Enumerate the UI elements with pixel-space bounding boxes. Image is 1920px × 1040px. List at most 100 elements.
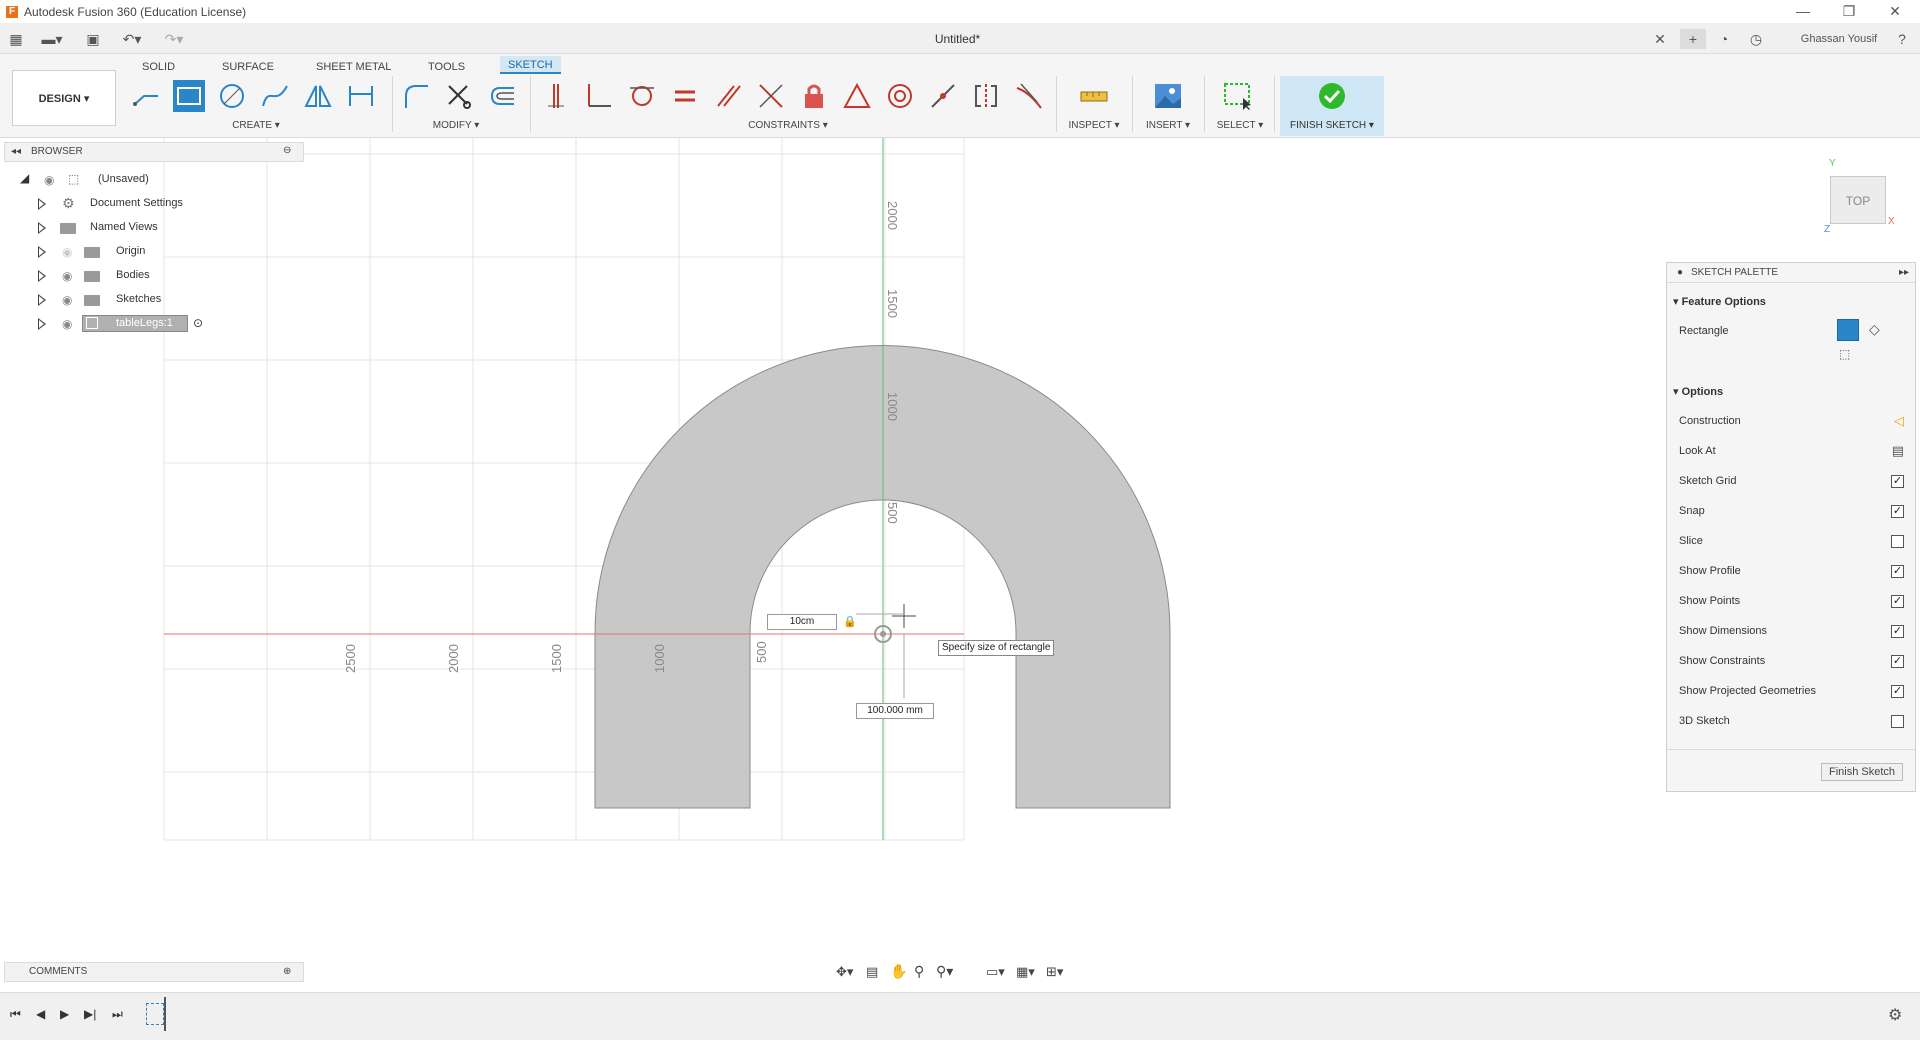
insert-tool[interactable] bbox=[1152, 80, 1184, 112]
tab-surface[interactable]: SURFACE bbox=[222, 58, 274, 76]
expand-icon[interactable] bbox=[38, 270, 46, 282]
show-constraints-checkbox[interactable]: ✓ bbox=[1891, 655, 1904, 668]
close-tab-icon[interactable]: ✕ bbox=[1652, 29, 1668, 49]
timeline-settings-icon[interactable]: ⚙ bbox=[1888, 1005, 1902, 1025]
sketch-dimension-tool[interactable] bbox=[345, 80, 377, 112]
collinear-tool[interactable] bbox=[755, 80, 787, 112]
orbit-icon[interactable]: ✥▾ bbox=[836, 964, 853, 980]
visibility-eye-icon[interactable]: ◉ bbox=[62, 317, 72, 331]
step-back-icon[interactable]: ◀ bbox=[36, 1007, 45, 1021]
document-tab[interactable]: Untitled* bbox=[30, 24, 1670, 54]
minimize-icon[interactable]: — bbox=[1780, 0, 1826, 24]
timeline-marker[interactable] bbox=[164, 997, 166, 1031]
show-projected-geometries-checkbox[interactable]: ✓ bbox=[1891, 685, 1904, 698]
midpoint-tool[interactable] bbox=[841, 80, 873, 112]
browser-item-named-views[interactable]: Named Views bbox=[0, 218, 300, 238]
insert-menu[interactable]: INSERT ▾ bbox=[1140, 120, 1196, 131]
constraints-menu[interactable]: CONSTRAINTS ▾ bbox=[748, 120, 828, 131]
parallel-tool[interactable] bbox=[712, 80, 744, 112]
midpoint-line-tool[interactable] bbox=[927, 80, 959, 112]
expand-icon[interactable] bbox=[38, 294, 46, 306]
visibility-eye-icon[interactable]: ◉ bbox=[62, 269, 72, 283]
timeline-sketch-icon[interactable] bbox=[146, 1003, 164, 1025]
symmetry-tool[interactable] bbox=[970, 80, 1002, 112]
3d-sketch-checkbox[interactable] bbox=[1891, 715, 1904, 728]
help-icon[interactable]: ? bbox=[1892, 29, 1912, 49]
app-grid-icon[interactable]: ▦ bbox=[8, 29, 24, 49]
tab-tools[interactable]: TOOLS bbox=[428, 58, 465, 76]
spline-tool[interactable] bbox=[259, 80, 291, 112]
lock-dimension-icon[interactable]: 🔒 bbox=[843, 616, 857, 628]
concentric-tool[interactable] bbox=[884, 80, 916, 112]
new-tab-icon[interactable]: + bbox=[1680, 29, 1706, 49]
browser-item-bodies[interactable]: ◉ Bodies bbox=[0, 266, 300, 286]
mirror-tool[interactable] bbox=[302, 80, 334, 112]
select-menu[interactable]: SELECT ▾ bbox=[1212, 120, 1268, 131]
browser-item-component[interactable]: ◉ tableLegs:1 ⊙ bbox=[0, 314, 300, 334]
palette-pin-icon[interactable]: ● bbox=[1677, 263, 1683, 283]
show-profile-checkbox[interactable]: ✓ bbox=[1891, 565, 1904, 578]
browser-root[interactable]: ◢ ◉ ⬚ (Unsaved) bbox=[0, 170, 300, 190]
offset-tool[interactable] bbox=[486, 80, 518, 112]
fillet-tool[interactable] bbox=[400, 80, 432, 112]
close-window-icon[interactable]: ✕ bbox=[1872, 0, 1918, 24]
show-points-checkbox[interactable]: ✓ bbox=[1891, 595, 1904, 608]
collapse-panel-icon[interactable]: ◂◂ bbox=[11, 146, 21, 157]
palette-finish-sketch-button[interactable]: Finish Sketch bbox=[1821, 763, 1903, 781]
equal-tool[interactable] bbox=[669, 80, 701, 112]
activate-component-icon[interactable]: ⊙ bbox=[193, 316, 203, 330]
expand-icon[interactable] bbox=[38, 318, 46, 330]
three-point-rectangle-icon[interactable]: ◇ bbox=[1869, 321, 1880, 338]
dimension-input-height[interactable]: 100.000 mm bbox=[856, 703, 934, 719]
modify-menu[interactable]: MODIFY ▾ bbox=[426, 120, 486, 131]
dimension-input-width[interactable]: 10cm bbox=[767, 614, 837, 630]
browser-item-origin[interactable]: ◉ Origin bbox=[0, 242, 300, 262]
expand-icon[interactable] bbox=[38, 246, 46, 258]
sketch-grid-checkbox[interactable]: ✓ bbox=[1891, 475, 1904, 488]
look-at-nav-icon[interactable]: ▤ bbox=[866, 964, 878, 980]
zoom-icon[interactable]: ⚲ bbox=[914, 963, 924, 980]
coincident-tool[interactable] bbox=[540, 80, 572, 112]
finish-sketch-button[interactable]: FINISH SKETCH ▾ bbox=[1280, 76, 1384, 136]
tangent-tool[interactable] bbox=[626, 80, 658, 112]
create-menu[interactable]: CREATE ▾ bbox=[226, 120, 286, 131]
show-dimensions-checkbox[interactable]: ✓ bbox=[1891, 625, 1904, 638]
visibility-eye-icon[interactable]: ◉ bbox=[44, 173, 54, 187]
fit-icon[interactable]: ⚲▾ bbox=[936, 963, 953, 980]
user-name[interactable]: Ghassan Yousif bbox=[1784, 29, 1894, 49]
pan-icon[interactable]: ✋ bbox=[890, 963, 907, 980]
grid-settings-icon[interactable]: ▦▾ bbox=[1016, 964, 1035, 980]
panel-pin-icon[interactable]: ⊖ bbox=[283, 145, 291, 156]
visibility-eye-icon[interactable]: ◉ bbox=[62, 293, 72, 307]
browser-item-document-settings[interactable]: ⚙ Document Settings bbox=[0, 194, 300, 214]
fix-tool[interactable] bbox=[798, 80, 830, 112]
browser-header[interactable]: ◂◂ BROWSER ⊖ bbox=[4, 142, 304, 162]
workspace-switcher[interactable]: DESIGN ▾ bbox=[12, 70, 116, 126]
notifications-icon[interactable]: ◷ bbox=[1746, 29, 1766, 49]
browser-item-sketches[interactable]: ◉ Sketches bbox=[0, 290, 300, 310]
construction-icon[interactable]: ◁ bbox=[1894, 413, 1904, 429]
step-forward-icon[interactable]: ▶| bbox=[84, 1007, 96, 1021]
tab-solid[interactable]: SOLID bbox=[142, 58, 175, 76]
restore-icon[interactable]: ❐ bbox=[1826, 0, 1872, 24]
collapse-root-icon[interactable]: ◢ bbox=[20, 171, 29, 185]
display-settings-icon[interactable]: ▭▾ bbox=[986, 964, 1005, 980]
expand-palette-icon[interactable]: ▸▸ bbox=[1899, 263, 1909, 283]
view-cube[interactable]: TOP bbox=[1830, 176, 1886, 224]
center-rectangle-icon[interactable]: ⬚ bbox=[1839, 347, 1850, 361]
inspect-menu[interactable]: INSPECT ▾ bbox=[1066, 120, 1122, 131]
select-tool[interactable] bbox=[1222, 80, 1254, 112]
expand-icon[interactable] bbox=[38, 222, 46, 234]
circle-tool[interactable] bbox=[216, 80, 248, 112]
slice-checkbox[interactable] bbox=[1891, 535, 1904, 548]
two-point-rectangle-icon[interactable] bbox=[1837, 319, 1859, 341]
go-to-start-icon[interactable]: ⏮ bbox=[10, 1007, 21, 1022]
play-icon[interactable]: ▶ bbox=[60, 1007, 69, 1021]
expand-icon[interactable] bbox=[38, 198, 46, 210]
tab-sheet-metal[interactable]: SHEET METAL bbox=[316, 58, 391, 76]
visibility-eye-icon[interactable]: ◉ bbox=[62, 245, 72, 259]
snap-checkbox[interactable]: ✓ bbox=[1891, 505, 1904, 518]
look-at-icon[interactable]: ▤ bbox=[1892, 443, 1904, 459]
viewports-icon[interactable]: ⊞▾ bbox=[1046, 964, 1063, 980]
curvature-tool[interactable] bbox=[1013, 80, 1045, 112]
